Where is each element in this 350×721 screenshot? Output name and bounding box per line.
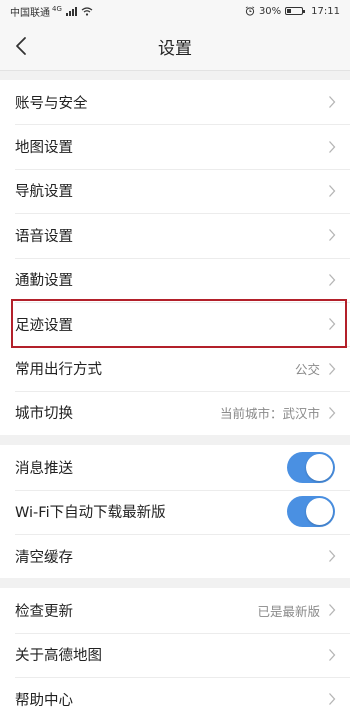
settings-item-label: 清空缓存: [15, 549, 73, 566]
settings-group-about: 检查更新 已是最新版 关于高德地图 帮助中心: [0, 588, 350, 721]
settings-item-label: 通勤设置: [15, 273, 73, 290]
settings-item-clear-cache[interactable]: 清空缓存: [0, 533, 350, 578]
settings-item-label: 帮助中心: [15, 692, 73, 709]
status-right: 30% 17:11: [245, 6, 340, 17]
battery-fill: [287, 9, 292, 13]
settings-item-label: 常用出行方式: [15, 362, 102, 379]
settings-item-check-update[interactable]: 检查更新 已是最新版: [0, 588, 350, 632]
settings-item-travel-mode[interactable]: 常用出行方式 公交: [0, 346, 350, 390]
page-title: 设置: [158, 38, 192, 59]
status-time: 17:11: [311, 5, 340, 17]
chevron-right-icon: [328, 184, 336, 198]
settings-item-label: 城市切换: [15, 406, 73, 423]
settings-item-help-center[interactable]: 帮助中心: [0, 677, 350, 721]
settings-item-label: 导航设置: [15, 184, 73, 201]
settings-item-push-notifications: 消息推送: [0, 445, 350, 489]
chevron-right-icon: [328, 273, 336, 287]
chevron-right-icon: [328, 603, 336, 617]
settings-item-navigation-settings[interactable]: 导航设置: [0, 168, 350, 213]
settings-group-updates: 消息推送 Wi-Fi下自动下载最新版 清空缓存: [0, 445, 350, 579]
settings-item-voice-settings[interactable]: 语音设置: [0, 213, 350, 257]
settings-item-label: 地图设置: [15, 140, 73, 157]
chevron-right-icon: [328, 692, 336, 706]
carrier-name: 中国联通: [10, 7, 50, 19]
status-bar: 中国联通 4G 30% 17:11: [0, 0, 350, 22]
settings-item-commute-settings[interactable]: 通勤设置: [0, 257, 350, 302]
settings-item-label: 检查更新: [15, 603, 73, 620]
chevron-right-icon: [328, 317, 336, 331]
chevron-right-icon: [328, 648, 336, 662]
settings-item-account-security[interactable]: 账号与安全: [0, 80, 350, 124]
settings-item-footprint-settings[interactable]: 足迹设置: [0, 301, 350, 346]
battery-percent: 30%: [258, 5, 282, 17]
status-left: 中国联通 4G: [10, 4, 93, 19]
network-type: 4G: [52, 4, 62, 13]
header: 设置: [0, 22, 350, 71]
push-notifications-toggle[interactable]: [287, 451, 335, 483]
settings-item-label: 账号与安全: [15, 95, 88, 112]
settings-item-city-switch[interactable]: 城市切换 当前城市：武汉市: [0, 390, 350, 435]
settings-item-label: Wi-Fi下自动下载最新版: [15, 505, 166, 522]
settings-item-about-amap[interactable]: 关于高德地图: [0, 632, 350, 677]
chevron-right-icon: [328, 228, 336, 242]
chevron-left-icon[interactable]: [10, 34, 32, 58]
chevron-right-icon: [328, 406, 336, 420]
signal-icon: [65, 6, 77, 16]
wifi-icon: [81, 6, 93, 16]
settings-item-label: 足迹设置: [15, 317, 73, 334]
chevron-right-icon: [328, 549, 336, 563]
settings-item-label: 语音设置: [15, 228, 73, 245]
chevron-right-icon: [328, 95, 336, 109]
settings-item-label: 消息推送: [15, 460, 73, 477]
settings-item-value: 当前城市：武汉市: [219, 406, 320, 422]
settings-item-value: 公交: [294, 362, 320, 378]
toggle-knob: [306, 498, 333, 526]
toggle-knob: [306, 453, 333, 481]
settings-item-value: 已是最新版: [257, 603, 320, 619]
alarm-icon: [245, 6, 255, 16]
settings-item-label: 关于高德地图: [15, 648, 102, 665]
battery-icon: [285, 7, 306, 15]
wifi-auto-download-toggle[interactable]: [287, 496, 335, 528]
settings-item-wifi-auto-download: Wi-Fi下自动下载最新版: [0, 489, 350, 534]
chevron-right-icon: [328, 140, 336, 154]
settings-group-general: 账号与安全 地图设置 导航设置 语音设置 通勤设置 足迹设置 常用出行方式 公交…: [0, 80, 350, 436]
settings-item-map-settings[interactable]: 地图设置: [0, 124, 350, 168]
chevron-right-icon: [328, 362, 336, 376]
